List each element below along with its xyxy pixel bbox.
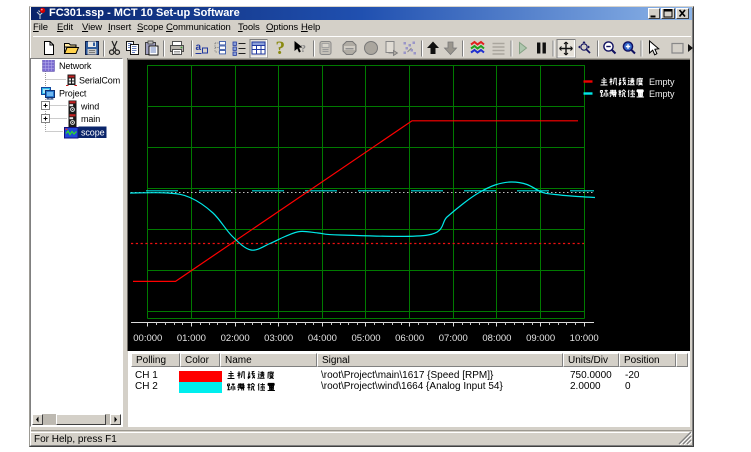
svg-text:03:000: 03:000 [264,333,293,344]
svg-text:?: ? [276,38,286,59]
svg-text:Empty: Empty [649,89,675,99]
svg-text:Network: Network [59,61,92,71]
svg-text:01:000: 01:000 [177,333,206,344]
svg-text:05:000: 05:000 [351,333,380,344]
svg-text:07:000: 07:000 [439,333,468,344]
svg-text:a: a [196,42,202,53]
svg-text:09:000: 09:000 [526,333,555,344]
svg-text:06:000: 06:000 [395,333,424,344]
svg-text:08:000: 08:000 [482,333,511,344]
svg-text:wind: wind [80,102,99,112]
svg-text:?: ? [301,43,307,55]
svg-text:00:000: 00:000 [133,333,162,344]
svg-text:scope: scope [81,128,105,138]
svg-text:main: main [81,114,100,124]
svg-text:Empty: Empty [649,77,675,87]
svg-text:SerialCom: SerialCom [79,76,120,86]
svg-text:04:000: 04:000 [308,333,337,344]
svg-text:02:000: 02:000 [221,333,250,344]
svg-text:10:000: 10:000 [570,333,599,344]
svg-text:Project: Project [59,89,87,99]
